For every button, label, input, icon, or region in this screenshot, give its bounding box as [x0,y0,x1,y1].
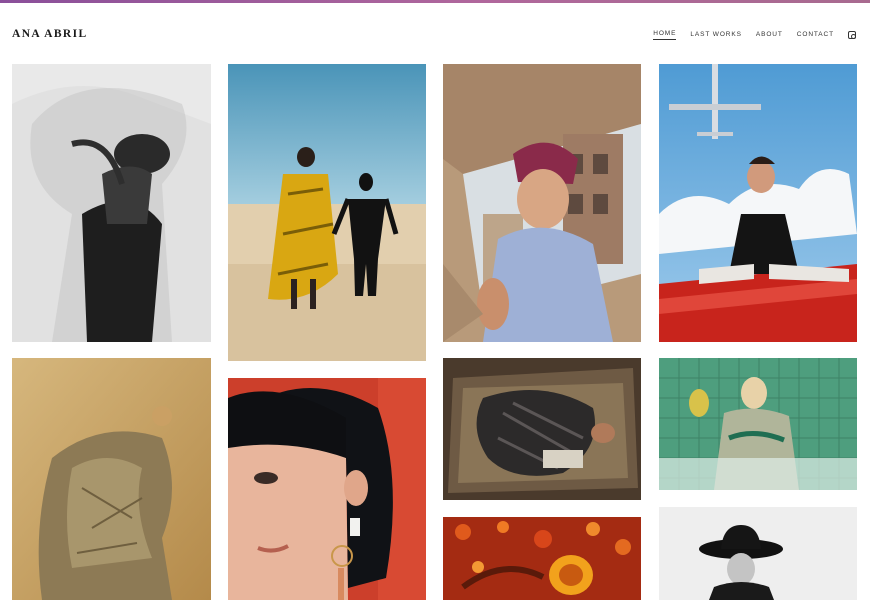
photo-crumpled-dress-gold[interactable] [12,358,211,600]
photo-yellow-dress-desert[interactable] [228,64,426,361]
photo-black-hat-portrait[interactable] [659,507,857,600]
photo-lying-on-floor[interactable] [443,358,641,500]
photo-box-view-city[interactable] [443,64,641,342]
photo-green-tiles-bathtub[interactable] [659,358,857,490]
main-nav: HOME LAST WORKS ABOUT CONTACT [639,30,856,40]
accent-bar [0,0,870,3]
nav-item-about[interactable]: ABOUT [756,31,783,40]
nav-item-contact[interactable]: CONTACT [797,31,834,40]
nav-item-home[interactable]: HOME [653,30,677,40]
photo-airplane-red-car[interactable] [659,64,857,342]
site-logo[interactable]: ANA ABRIL [12,28,88,40]
photo-bob-haircut-red[interactable] [228,378,426,600]
photo-orange-flowers-floor[interactable] [443,517,641,600]
photo-bw-veil-portrait[interactable] [12,64,211,342]
instagram-icon[interactable] [848,31,856,39]
nav-item-last-works[interactable]: LAST WORKS [690,31,742,40]
